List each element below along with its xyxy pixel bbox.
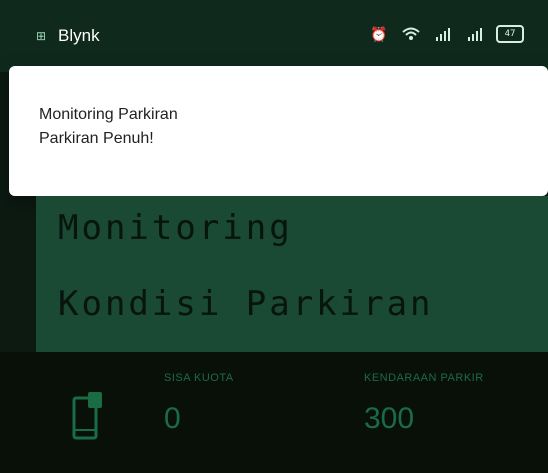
blynk-app-icon: ⊞ — [35, 29, 47, 43]
status-bar: ⊞ Blynk ⏰ 47 — [0, 0, 548, 72]
alarm-icon: ⏰ — [370, 25, 388, 42]
signal-icon — [464, 24, 486, 44]
signal-icon — [432, 24, 454, 44]
parked-vehicles-value: 300 — [364, 402, 415, 435]
battery-level: 47 — [504, 29, 516, 39]
lcd-line-1: Monitoring — [58, 208, 293, 248]
widget-area: SISA KUOTA 0 KENDARAAN PARKIR 300 — [0, 352, 548, 473]
battery-icon: 47 — [496, 25, 524, 43]
system-status-icons: ⏰ 47 — [368, 24, 524, 44]
device-icon — [72, 392, 102, 440]
parked-vehicles-label: KENDARAAN PARKIR — [364, 372, 484, 384]
quota-label: SISA KUOTA — [164, 372, 234, 384]
notification-banner[interactable]: Monitoring Parkiran Parkiran Penuh! — [9, 66, 548, 196]
lcd-line-2: Kondisi Parkiran — [58, 284, 434, 324]
notification-app-header: ⊞ Blynk — [34, 26, 100, 46]
wifi-icon — [400, 24, 422, 44]
notification-title: Monitoring Parkiran — [39, 106, 178, 123]
notification-message: Parkiran Penuh! — [39, 130, 154, 147]
quota-value: 0 — [164, 402, 181, 435]
app-name: Blynk — [58, 26, 100, 45]
lcd-display-widget: Monitoring Kondisi Parkiran — [36, 196, 548, 352]
